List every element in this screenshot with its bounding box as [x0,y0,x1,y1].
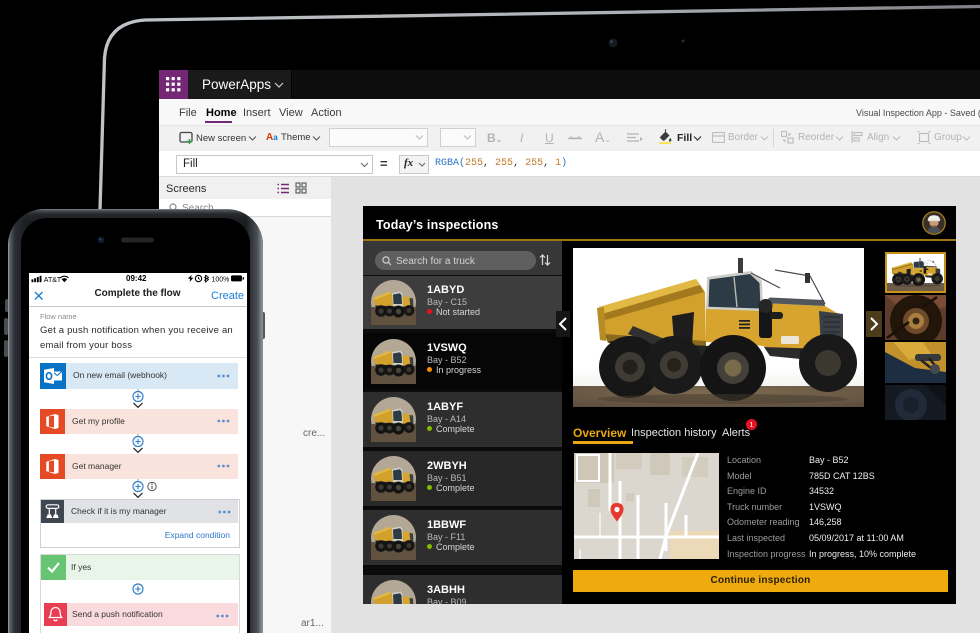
svg-text:AT&T: AT&T [44,277,62,283]
svg-text:100%: 100% [212,277,230,283]
